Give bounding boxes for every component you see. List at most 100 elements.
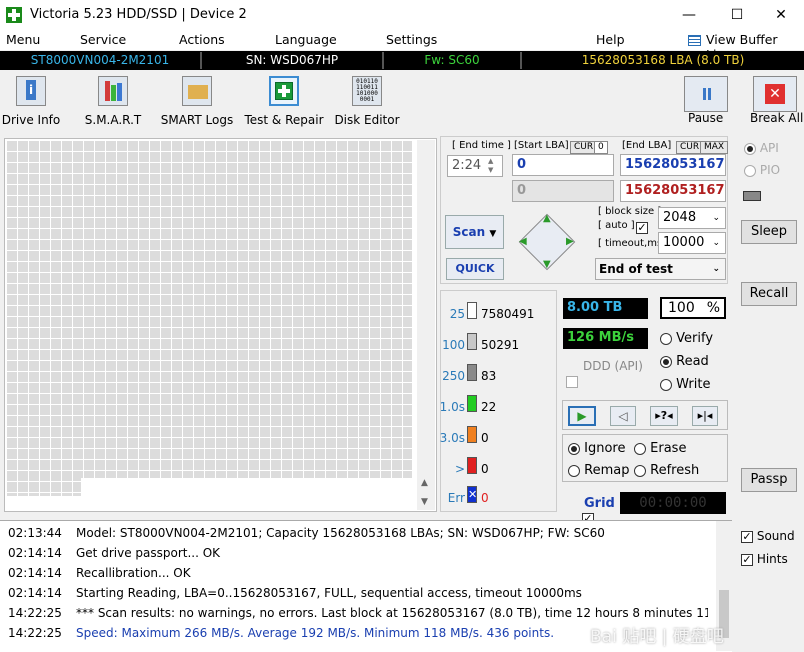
legend-label: Err <box>447 491 465 505</box>
menu-service[interactable]: Service <box>80 32 126 47</box>
percent-display: 100 % <box>660 297 726 319</box>
drive-info-label: Drive Info <box>1 113 61 127</box>
log-text: Get drive passport... OK <box>76 546 221 560</box>
arrow-left-icon[interactable]: ◀ <box>519 236 527 247</box>
block-size-select[interactable]: 2048 ⌄ <box>658 207 726 229</box>
ignore-label: Ignore <box>584 441 626 456</box>
legend-count: 22 <box>481 400 497 414</box>
passp-button[interactable]: Passp <box>741 468 797 492</box>
hints-checkbox[interactable]: ✓ <box>741 553 753 566</box>
log-time: 02:14:14 <box>8 586 62 600</box>
ignore-radio[interactable] <box>568 442 580 455</box>
menu-settings[interactable]: Settings <box>386 32 437 47</box>
log-text: Starting Reading, LBA=0..15628053167, FU… <box>76 586 582 600</box>
scan-map-scrollbar[interactable] <box>417 140 435 510</box>
pause-button-box[interactable] <box>684 76 728 112</box>
ddd-checkbox[interactable] <box>566 375 578 388</box>
smart-logs-button[interactable]: SMART Logs <box>160 76 234 127</box>
drive-model: ST8000VN004-2M2101 <box>30 53 170 67</box>
read-radio[interactable] <box>660 355 672 368</box>
legend-count: 7580491 <box>481 307 535 321</box>
sound-checkbox[interactable]: ✓ <box>741 530 753 543</box>
verify-radio[interactable] <box>660 332 672 345</box>
write-option[interactable]: Write <box>660 377 710 392</box>
arrow-up-icon[interactable]: ▲ <box>543 213 551 224</box>
scroll-up-icon[interactable]: ▲ <box>421 478 428 488</box>
start-lba-field[interactable]: 0 <box>512 154 614 176</box>
api-radio[interactable] <box>744 142 756 155</box>
legend-swatch <box>467 364 477 381</box>
log-time: 14:22:25 <box>8 626 62 640</box>
log-text: *** Scan results: no warnings, no errors… <box>76 606 708 620</box>
pause-label[interactable]: Pause <box>688 111 723 125</box>
remap-radio[interactable] <box>568 464 580 477</box>
verify-option[interactable]: Verify <box>660 331 713 346</box>
smart-button[interactable]: S.M.A.R.T <box>80 76 146 127</box>
recall-button[interactable]: Recall <box>741 282 797 306</box>
end-max-button[interactable]: MAX <box>700 141 729 154</box>
write-radio[interactable] <box>660 378 672 391</box>
test-repair-button[interactable]: Test & Repair <box>244 76 324 127</box>
plus-icon <box>269 76 299 106</box>
break-all-label[interactable]: Break All <box>750 111 803 125</box>
smart-label: S.M.A.R.T <box>84 113 142 127</box>
menu-help[interactable]: Help <box>596 32 625 47</box>
read-label: Read <box>676 354 709 369</box>
auto-checkbox[interactable]: ✓ <box>636 221 648 234</box>
pio-option[interactable]: PIO <box>744 163 780 177</box>
butterfly-icon[interactable]: ▸?◂ <box>650 406 678 426</box>
sound-option[interactable]: ✓ Sound <box>741 529 795 543</box>
end-lba-label: [End LBA] <box>622 140 672 151</box>
menu-menu[interactable]: Menu <box>6 32 40 47</box>
break-all-button-box[interactable]: ✕ <box>753 76 797 112</box>
remap-option[interactable]: Remap <box>568 463 629 478</box>
to-end-icon[interactable]: ▸|◂ <box>692 406 718 426</box>
erase-radio[interactable] <box>634 442 646 455</box>
maximize-button[interactable]: ☐ <box>714 0 760 30</box>
binary-icon: 010110 110011 101000 0001 <box>352 76 382 106</box>
menu-language[interactable]: Language <box>275 32 337 47</box>
scan-button[interactable]: Scan ▼ <box>445 215 504 249</box>
menu-actions[interactable]: Actions <box>179 32 225 47</box>
read-option[interactable]: Read <box>660 354 709 369</box>
rewind-icon[interactable]: ◁ <box>610 406 636 426</box>
end-lba-field[interactable]: 15628053167 <box>620 154 726 176</box>
hints-option[interactable]: ✓ Hints <box>741 552 788 566</box>
scroll-down-icon[interactable]: ▼ <box>421 497 428 507</box>
arrow-right-icon[interactable]: ▶ <box>566 236 574 247</box>
disk-editor-button[interactable]: 010110 110011 101000 0001 Disk Editor <box>334 76 400 127</box>
pio-radio[interactable] <box>744 164 756 177</box>
log-time: 02:13:44 <box>8 526 62 540</box>
direction-pad[interactable]: ▲ ▼ ◀ ▶ <box>515 210 579 274</box>
indicator-icon <box>743 191 761 201</box>
drive-info-button[interactable]: i Drive Info <box>0 76 62 127</box>
refresh-option[interactable]: Refresh <box>634 463 699 478</box>
api-option[interactable]: API <box>744 141 779 155</box>
log-entry: 02:13:44 Model: ST8000VN004-2M2101; Capac… <box>8 526 708 540</box>
remap-label: Remap <box>584 463 630 478</box>
spinner-icon[interactable]: ▲ ▼ <box>488 157 493 175</box>
legend-swatch: ✕ <box>467 486 478 503</box>
arrow-down-icon[interactable]: ▼ <box>543 259 551 270</box>
refresh-radio[interactable] <box>634 464 646 477</box>
end-time-field[interactable]: 2:24 <box>447 155 503 177</box>
pio-label: PIO <box>759 163 781 177</box>
minimize-button[interactable]: — <box>666 0 712 30</box>
chevron-down-icon: ⌄ <box>712 264 720 274</box>
drive-firmware: Fw: SC60 <box>424 53 480 67</box>
end-of-test-select[interactable]: End of test ⌄ <box>595 258 726 280</box>
play-icon[interactable]: ▶ <box>568 406 596 426</box>
sound-label: Sound <box>756 529 795 543</box>
ignore-option[interactable]: Ignore <box>568 441 625 456</box>
quick-button[interactable]: QUICK <box>446 258 504 280</box>
close-button[interactable]: ✕ <box>758 0 804 30</box>
timeout-select[interactable]: 10000 ⌄ <box>658 232 726 254</box>
test-repair-label: Test & Repair <box>244 113 324 127</box>
dropdown-icon: ▼ <box>489 229 497 239</box>
api-label: API <box>759 141 779 155</box>
verify-label: Verify <box>676 331 714 346</box>
erase-label: Erase <box>650 441 687 456</box>
log-text: Speed: Maximum 266 MB/s. Average 192 MB/… <box>76 626 555 640</box>
erase-option[interactable]: Erase <box>634 441 686 456</box>
sleep-button[interactable]: Sleep <box>741 220 797 244</box>
